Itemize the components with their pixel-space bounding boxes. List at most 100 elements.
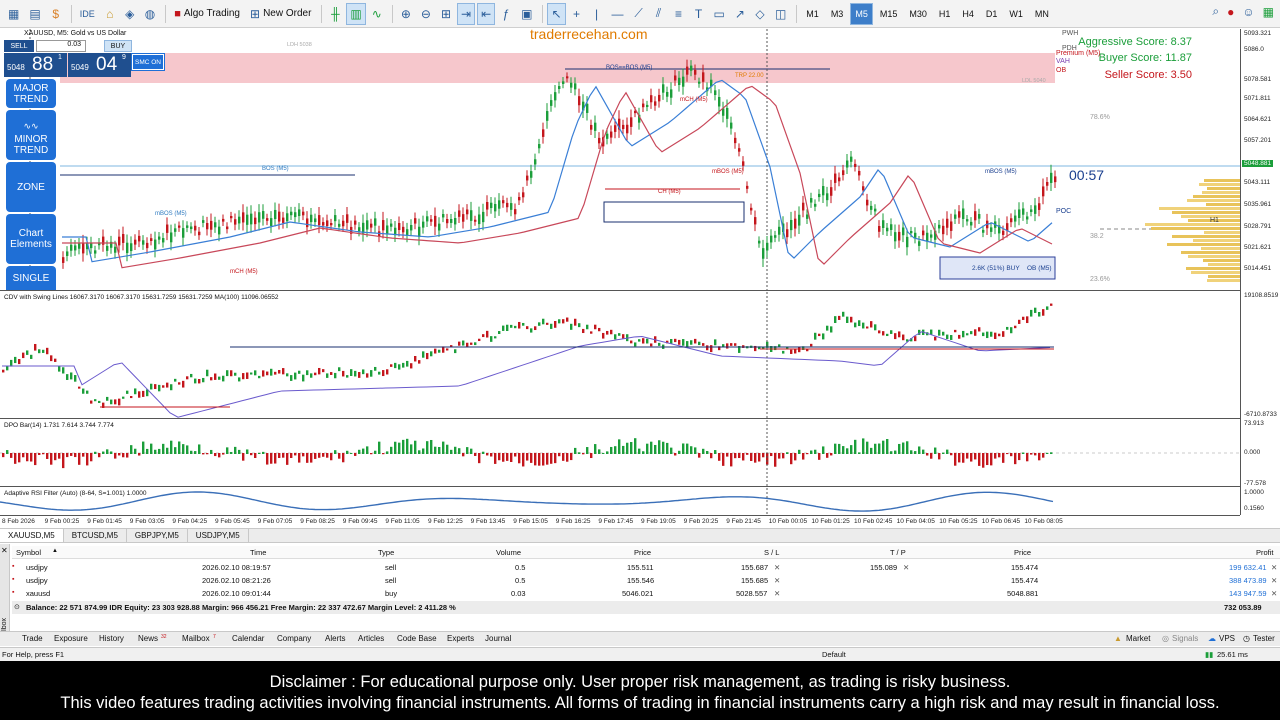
tab-experts[interactable]: Experts [447, 634, 474, 643]
tab-mailbox[interactable]: Mailbox [182, 634, 210, 643]
notifications-icon[interactable]: ● [1227, 5, 1234, 19]
cell-sl[interactable]: 155.687 [741, 563, 768, 572]
lot-size-input[interactable]: 0.03 [36, 40, 86, 52]
buy-button[interactable]: BUY [104, 40, 132, 52]
chart-shift-button[interactable]: ⇤ [477, 2, 496, 25]
cursor-tool-button[interactable]: ↖ [547, 2, 566, 25]
col-sl[interactable]: S / L [764, 548, 779, 557]
dpo-indicator-pane[interactable]: DPO Bar(14) 1.731 7.614 3.744 7.774 [0, 420, 1240, 487]
cdv-indicator-pane[interactable]: CDV with Swing Lines 16067.3170 16067.31… [0, 292, 1240, 419]
trendline-button[interactable]: ⟋ [630, 3, 648, 25]
bottom-signals[interactable]: Signals [1172, 634, 1198, 643]
timeframe-m3[interactable]: M3 [826, 3, 849, 25]
timeframe-m1[interactable]: M1 [801, 3, 824, 25]
minor-trend-button[interactable]: ∿∿ MINOR TREND [6, 110, 56, 160]
tab-news[interactable]: News [138, 634, 158, 643]
autoscroll-button[interactable]: ⇥ [457, 2, 476, 25]
arrow-tool-button[interactable]: ↗ [731, 3, 749, 25]
bottom-vps[interactable]: VPS [1219, 634, 1235, 643]
tab-alerts[interactable]: Alerts [325, 634, 345, 643]
bar-chart-button[interactable]: ╫ [326, 3, 344, 25]
price-axis[interactable]: 5093.321 5086.0 5078.581 5071.811 5064.6… [1240, 29, 1280, 515]
timeframe-h1[interactable]: H1 [934, 3, 956, 25]
chart-tab-gbpjpy[interactable]: GBPJPY,M5 [127, 529, 188, 542]
timeframe-m15[interactable]: M15 [875, 3, 903, 25]
vps-button[interactable]: ◍ [141, 3, 159, 25]
candle-chart-button[interactable]: ▥ [346, 2, 366, 25]
cell-tp[interactable]: 155.089 [870, 563, 897, 572]
sell-button[interactable]: SELL [4, 40, 34, 52]
table-row[interactable]: ▪ usdjpy 2026.02.10 08:21:26 sell 0.5 15… [12, 574, 1280, 587]
rsi-indicator-pane[interactable]: Adaptive RSI Filter (Auto) (8-64, S=1.00… [0, 488, 1240, 515]
zone-button[interactable]: ZONE [6, 162, 56, 212]
zoom-out-button[interactable]: ⊖ [417, 3, 435, 25]
vertical-line-button[interactable]: | [588, 3, 606, 25]
main-chart-pane[interactable]: XAUUSD, M5: Gold vs US Dollar traderrece… [0, 29, 1240, 291]
tab-calendar[interactable]: Calendar [232, 634, 264, 643]
market-icon[interactable]: ▦ [1263, 5, 1274, 19]
tab-history[interactable]: History [99, 634, 124, 643]
indicators-button[interactable]: ƒ [497, 3, 515, 25]
close-icon[interactable]: ✕ [1, 546, 8, 555]
signals-button[interactable]: ◈ [121, 3, 139, 25]
close-position-icon[interactable]: ✕ [1271, 589, 1277, 598]
templates-button[interactable]: ▣ [517, 3, 536, 25]
new-chart-button[interactable]: ▦ [4, 3, 23, 25]
chart-tab-xauusd[interactable]: XAUUSD,M5 [0, 529, 64, 542]
tile-windows-button[interactable]: ⊞ [437, 3, 455, 25]
close-position-icon[interactable]: ✕ [1271, 576, 1277, 585]
account-icon[interactable]: ☺ [1242, 5, 1254, 19]
buy-price[interactable]: 5049 04 9 [68, 53, 131, 77]
timeframe-w1[interactable]: W1 [1004, 3, 1028, 25]
zoom-in-button[interactable]: ⊕ [397, 3, 415, 25]
remove-sl-icon[interactable]: ✕ [774, 576, 780, 585]
search-icon[interactable]: ⌕ [1212, 4, 1219, 19]
col-price[interactable]: Price [634, 548, 651, 557]
objects-button[interactable]: ◫ [771, 3, 790, 25]
timeframe-m30[interactable]: M30 [904, 3, 932, 25]
table-row[interactable]: ▪ xauusd 2026.02.10 09:01:44 buy 0.03 50… [12, 587, 1280, 600]
time-axis[interactable]: 8 Feb 2026 9 Feb 00:25 9 Feb 01:45 9 Feb 03… [0, 515, 1240, 528]
horizontal-line-button[interactable]: — [608, 3, 628, 25]
col-current-price[interactable]: Price [1014, 548, 1031, 557]
sell-price[interactable]: 5048 88 1 [4, 53, 67, 77]
status-profile[interactable]: Default [822, 650, 846, 659]
major-trend-button[interactable]: MAJOR TREND [6, 79, 56, 108]
timeframe-m5[interactable]: M5 [850, 2, 873, 25]
col-type[interactable]: Type [378, 548, 394, 557]
tab-exposure[interactable]: Exposure [54, 634, 88, 643]
tab-code-base[interactable]: Code Base [397, 634, 437, 643]
ide-button[interactable]: IDE [76, 3, 99, 25]
tab-company[interactable]: Company [277, 634, 311, 643]
table-row[interactable]: ▪ usdjpy 2026.02.10 08:19:57 sell 0.5 15… [12, 561, 1280, 574]
shapes-button[interactable]: ◇ [751, 3, 769, 25]
col-time[interactable]: Time [250, 548, 266, 557]
cell-sl[interactable]: 5028.557 [736, 589, 767, 598]
tab-trade[interactable]: Trade [22, 634, 43, 643]
col-volume[interactable]: Volume [496, 548, 521, 557]
new-order-button[interactable]: ⊞ New Order [246, 3, 315, 25]
timeframe-h4[interactable]: H4 [957, 3, 979, 25]
cell-sl[interactable]: 155.685 [741, 576, 768, 585]
smc-on-button[interactable]: SMC ON [131, 53, 165, 71]
chart-tab-btcusd[interactable]: BTCUSD,M5 [64, 529, 127, 542]
single-button[interactable]: SINGLE [6, 266, 56, 290]
label-tool-button[interactable]: ▭ [710, 3, 729, 25]
channel-button[interactable]: ⫽ [650, 3, 668, 25]
line-chart-button[interactable]: ∿ [368, 3, 386, 25]
market-watch-button[interactable]: $ [47, 3, 65, 25]
timeframe-mn[interactable]: MN [1030, 3, 1054, 25]
bottom-tester[interactable]: Tester [1253, 634, 1275, 643]
bottom-market[interactable]: Market [1126, 634, 1150, 643]
remove-sl-icon[interactable]: ✕ [774, 563, 780, 572]
chart-tab-usdjpy[interactable]: USDJPY,M5 [188, 529, 249, 542]
lock-button[interactable]: ⌂ [101, 3, 119, 25]
col-tp[interactable]: T / P [890, 548, 906, 557]
close-position-icon[interactable]: ✕ [1271, 563, 1277, 572]
algo-trading-button[interactable]: ■ Algo Trading [170, 3, 244, 25]
fibo-button[interactable]: ≡ [670, 3, 688, 25]
remove-sl-icon[interactable]: ✕ [774, 589, 780, 598]
col-profit[interactable]: Profit [1256, 548, 1274, 557]
chart-elements-button[interactable]: Chart Elements [6, 214, 56, 264]
remove-tp-icon[interactable]: ✕ [903, 563, 909, 572]
